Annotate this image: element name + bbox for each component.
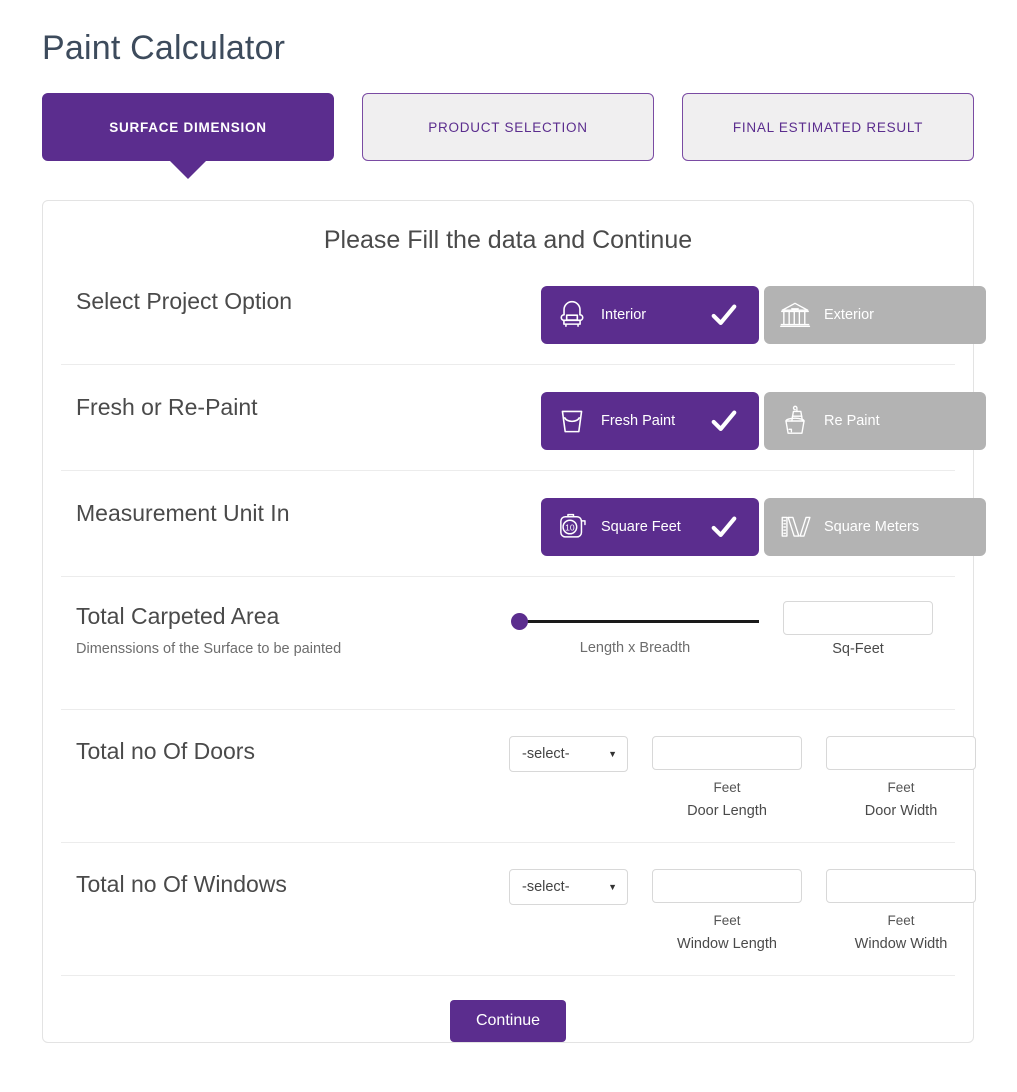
row-doors-label-wrap: Total no Of Doors bbox=[61, 736, 509, 766]
window-width-unit: Feet bbox=[826, 912, 976, 930]
tab-final-estimated-result-label: FINAL ESTIMATED RESULT bbox=[733, 120, 923, 135]
option-exterior-label: Exterior bbox=[824, 307, 874, 323]
check-icon bbox=[709, 512, 739, 542]
row-total-windows: Total no Of Windows -select- ▼ Feet Wind… bbox=[61, 843, 955, 976]
row-paint-type-controls: Fresh Paint bbox=[541, 392, 986, 450]
option-fresh-paint[interactable]: Fresh Paint bbox=[541, 392, 759, 450]
row-unit-label-wrap: Measurement Unit In bbox=[61, 498, 509, 528]
door-width-caption: Door Width bbox=[826, 802, 976, 820]
form-card: Please Fill the data and Continue Select… bbox=[42, 200, 974, 1043]
row-select-project-option: Select Project Option bbox=[61, 259, 955, 365]
active-tab-arrow-indicator bbox=[170, 161, 206, 179]
windows-count-select-wrap: -select- ▼ bbox=[509, 869, 628, 905]
row-paint-type-label-wrap: Fresh or Re-Paint bbox=[61, 392, 509, 422]
windows-count-select[interactable]: -select- ▼ bbox=[509, 869, 628, 905]
unit-option-group: 10 Square Feet bbox=[541, 498, 986, 556]
option-square-meters[interactable]: Square Meters bbox=[764, 498, 986, 556]
area-input-field-wrap: Sq-Feet bbox=[783, 601, 933, 658]
chevron-down-icon: ▼ bbox=[608, 883, 617, 892]
row-paint-type-label: Fresh or Re-Paint bbox=[76, 392, 509, 422]
option-square-meters-label: Square Meters bbox=[824, 519, 919, 535]
window-length-field-wrap: Feet Window Length bbox=[652, 869, 802, 953]
area-slider-thumb[interactable] bbox=[511, 613, 528, 630]
paint-bucket-icon bbox=[555, 404, 589, 438]
door-width-unit: Feet bbox=[826, 779, 976, 797]
svg-text:10: 10 bbox=[565, 523, 575, 533]
classical-building-icon bbox=[778, 298, 812, 332]
tape-measure-icon: 10 bbox=[555, 510, 589, 544]
row-fresh-or-repaint: Fresh or Re-Paint Fresh Paint bbox=[61, 365, 955, 471]
option-fresh-paint-label: Fresh Paint bbox=[601, 413, 675, 429]
area-slider-wrap: Length x Breadth bbox=[511, 601, 759, 657]
doors-count-select-value: -select- bbox=[522, 746, 570, 762]
row-windows-controls: -select- ▼ Feet Window Length Feet Windo… bbox=[509, 869, 976, 953]
check-icon bbox=[709, 406, 739, 436]
step-tabs: SURFACE DIMENSION PRODUCT SELECTION FINA… bbox=[42, 93, 974, 161]
folding-ruler-icon bbox=[778, 510, 812, 544]
option-square-feet[interactable]: 10 Square Feet bbox=[541, 498, 759, 556]
row-total-doors: Total no Of Doors -select- ▼ Feet Door L… bbox=[61, 710, 955, 843]
row-windows-label: Total no Of Windows bbox=[76, 869, 509, 899]
card-heading: Please Fill the data and Continue bbox=[43, 221, 973, 259]
option-square-feet-label: Square Feet bbox=[601, 519, 681, 535]
row-unit-controls: 10 Square Feet bbox=[541, 498, 986, 556]
door-width-input[interactable] bbox=[826, 736, 976, 770]
window-length-input[interactable] bbox=[652, 869, 802, 903]
project-option-group: Interior bbox=[541, 286, 986, 344]
door-length-caption: Door Length bbox=[652, 802, 802, 820]
row-total-carpeted-area: Total Carpeted Area Dimenssions of the S… bbox=[61, 577, 955, 710]
row-area-label: Total Carpeted Area bbox=[76, 601, 509, 631]
row-measurement-unit: Measurement Unit In 10 bbox=[61, 471, 955, 577]
row-doors-controls: -select- ▼ Feet Door Length Feet Door Wi… bbox=[509, 736, 976, 820]
row-area-controls: Length x Breadth Sq-Feet bbox=[509, 601, 955, 658]
continue-button-wrap: Continue bbox=[43, 976, 973, 1042]
area-slider-caption: Length x Breadth bbox=[511, 639, 759, 657]
door-length-input[interactable] bbox=[652, 736, 802, 770]
tab-surface-dimension-label: SURFACE DIMENSION bbox=[109, 120, 267, 135]
windows-count-select-value: -select- bbox=[522, 879, 570, 895]
area-input[interactable] bbox=[783, 601, 933, 635]
option-re-paint-label: Re Paint bbox=[824, 413, 880, 429]
row-area-label-wrap: Total Carpeted Area Dimenssions of the S… bbox=[61, 601, 509, 658]
option-re-paint[interactable]: Re Paint bbox=[764, 392, 986, 450]
page-title: Paint Calculator bbox=[42, 26, 285, 70]
continue-button[interactable]: Continue bbox=[450, 1000, 566, 1042]
row-windows-label-wrap: Total no Of Windows bbox=[61, 869, 509, 899]
tab-final-estimated-result[interactable]: FINAL ESTIMATED RESULT bbox=[682, 93, 974, 161]
option-interior-label: Interior bbox=[601, 307, 646, 323]
window-length-unit: Feet bbox=[652, 912, 802, 930]
door-width-field-wrap: Feet Door Width bbox=[826, 736, 976, 820]
area-slider[interactable] bbox=[511, 610, 759, 632]
paint-type-option-group: Fresh Paint bbox=[541, 392, 986, 450]
tab-product-selection-label: PRODUCT SELECTION bbox=[428, 120, 588, 135]
doors-count-select-wrap: -select- ▼ bbox=[509, 736, 628, 772]
tab-surface-dimension[interactable]: SURFACE DIMENSION bbox=[42, 93, 334, 161]
row-unit-label: Measurement Unit In bbox=[76, 498, 509, 528]
area-slider-track[interactable] bbox=[523, 620, 759, 623]
doors-count-select[interactable]: -select- ▼ bbox=[509, 736, 628, 772]
paint-bucket-brush-icon bbox=[778, 404, 812, 438]
chevron-down-icon: ▼ bbox=[608, 750, 617, 759]
row-doors-label: Total no Of Doors bbox=[76, 736, 509, 766]
option-exterior[interactable]: Exterior bbox=[764, 286, 986, 344]
row-project-label-wrap: Select Project Option bbox=[61, 286, 509, 316]
window-width-field-wrap: Feet Window Width bbox=[826, 869, 976, 953]
window-width-input[interactable] bbox=[826, 869, 976, 903]
door-length-field-wrap: Feet Door Length bbox=[652, 736, 802, 820]
area-input-caption: Sq-Feet bbox=[783, 640, 933, 658]
paint-calculator-page: Paint Calculator SURFACE DIMENSION PRODU… bbox=[0, 0, 1017, 1092]
tab-product-selection[interactable]: PRODUCT SELECTION bbox=[362, 93, 654, 161]
row-area-sublabel: Dimenssions of the Surface to be painted bbox=[76, 640, 509, 658]
door-length-unit: Feet bbox=[652, 779, 802, 797]
option-interior[interactable]: Interior bbox=[541, 286, 759, 344]
row-project-controls: Interior bbox=[541, 286, 986, 344]
row-project-label: Select Project Option bbox=[76, 286, 509, 316]
window-length-caption: Window Length bbox=[652, 935, 802, 953]
window-width-caption: Window Width bbox=[826, 935, 976, 953]
check-icon bbox=[709, 300, 739, 330]
armchair-icon bbox=[555, 298, 589, 332]
